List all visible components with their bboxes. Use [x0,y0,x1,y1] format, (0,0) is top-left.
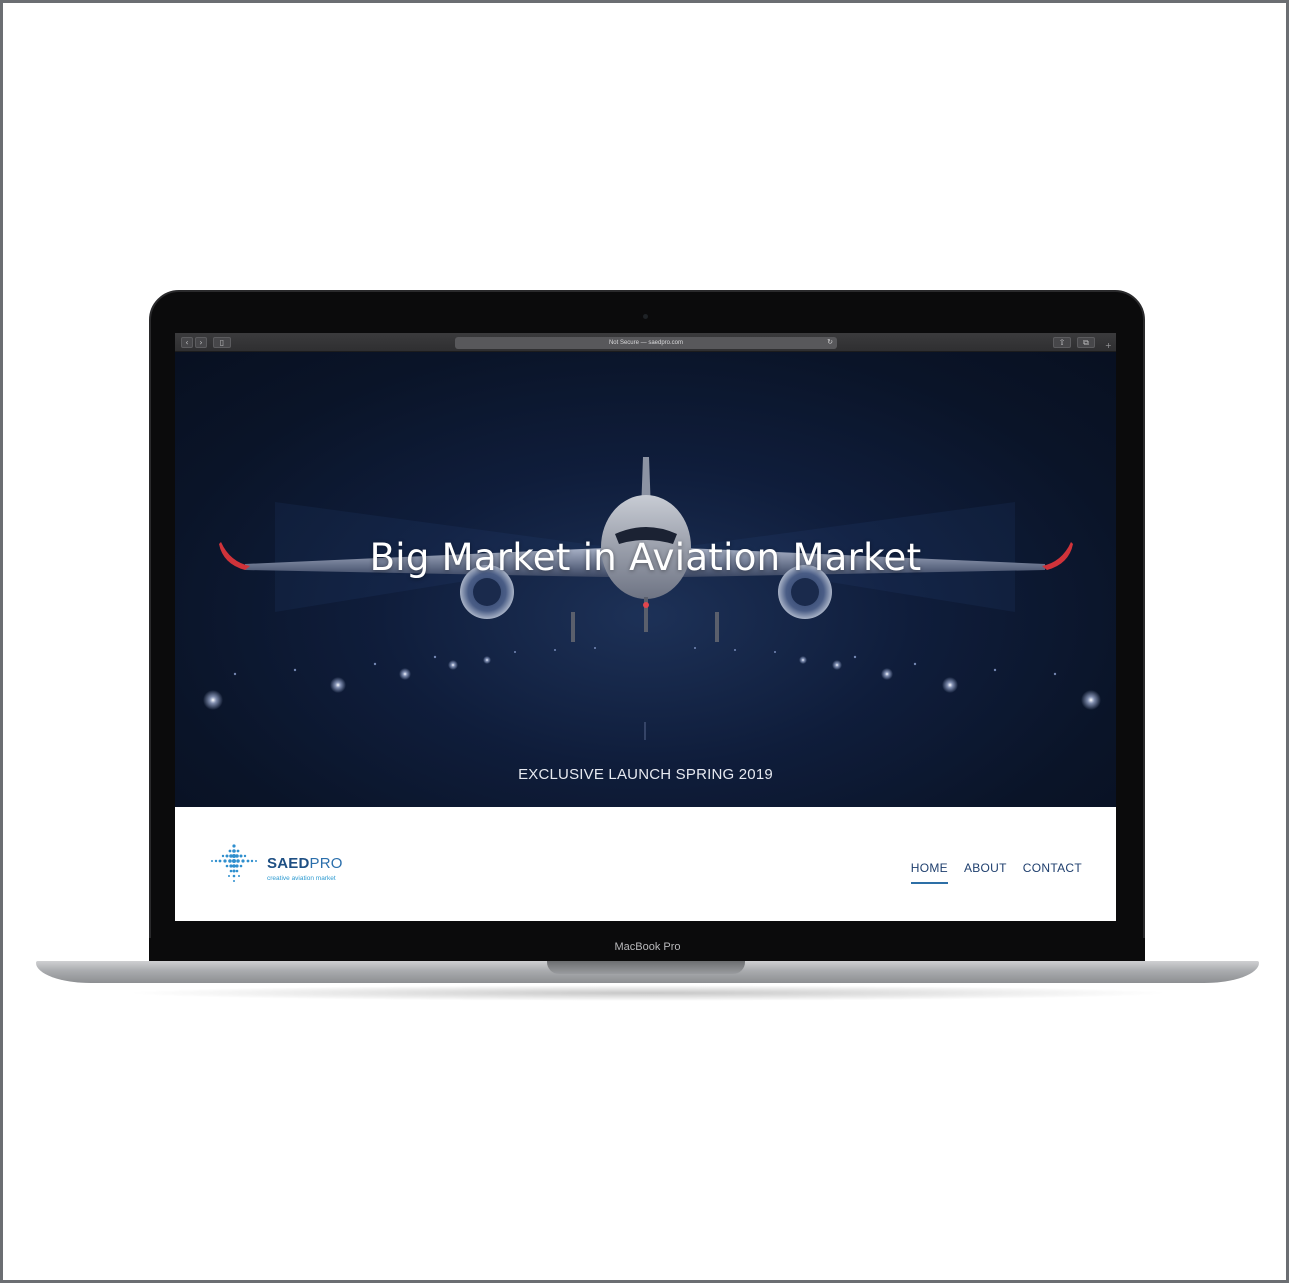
logo-icon[interactable] [207,843,261,883]
site-header: SAEDPRO creative aviation market HOME AB… [175,807,1116,921]
page-frame: ‹ › ▯ Not Secure — saedpro.com ↻ ⇧ ⧉ + B… [0,0,1289,1283]
new-tab-icon[interactable]: + [1105,341,1114,350]
airplane-illustration [203,457,1101,740]
reload-icon[interactable]: ↻ [827,337,833,349]
logo-tagline: creative aviation market [267,875,336,882]
hero-subtitle: EXCLUSIVE LAUNCH SPRING 2019 [518,766,773,783]
nav-home[interactable]: HOME [910,861,949,884]
nav-about[interactable]: ABOUT [964,861,1007,875]
logo-name-light: PRO [309,855,343,872]
tabs-icon[interactable]: ⧉ [1077,337,1095,348]
nav-contact[interactable]: CONTACT [1023,861,1082,875]
logo-name[interactable]: SAEDPRO [267,855,343,872]
laptop-screen: ‹ › ▯ Not Secure — saedpro.com ↻ ⇧ ⧉ + B… [175,333,1116,921]
address-bar[interactable]: Not Secure — saedpro.com ↻ [455,337,837,349]
share-icon[interactable]: ⇧ [1053,337,1071,348]
forward-icon[interactable]: › [195,337,207,348]
camera-icon [643,314,648,319]
hero-title: Big Market in Aviation Market [369,536,922,579]
browser-toolbar: ‹ › ▯ Not Secure — saedpro.com ↻ ⇧ ⧉ + [175,333,1116,352]
laptop-notch [547,961,745,974]
sidebar-icon[interactable]: ▯ [213,337,231,348]
hero-section: Big Market in Aviation Market EXCLUSIVE … [175,352,1116,807]
device-brand-label: MacBook Pro [614,941,681,953]
address-text: Not Secure — saedpro.com [608,340,684,346]
laptop-shadow [123,985,1173,1001]
main-nav: HOME ABOUT CONTACT [910,861,1082,884]
logo-name-bold: SAED [267,855,310,872]
back-icon[interactable]: ‹ [181,337,193,348]
